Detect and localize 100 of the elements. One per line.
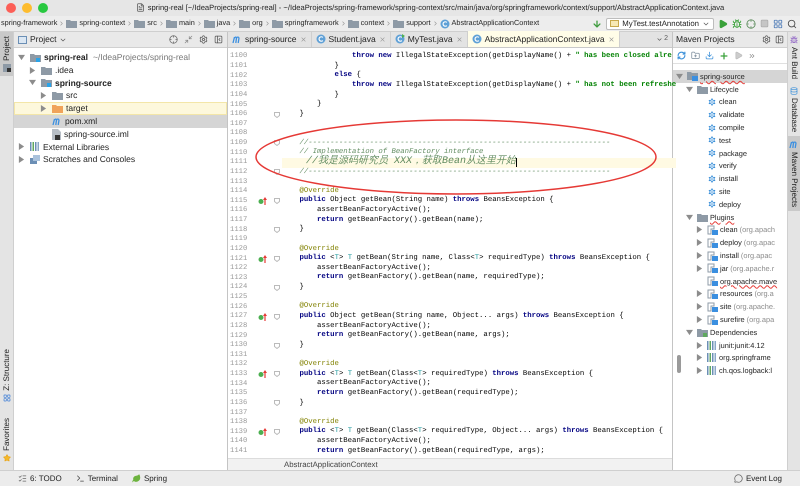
tree-toggle-icon[interactable] (696, 342, 703, 349)
tree-toggle-icon[interactable] (696, 252, 703, 260)
implements-method-icon[interactable] (258, 254, 266, 263)
tool-window-tab[interactable]: Maven Projects (788, 136, 800, 212)
build-icon[interactable] (592, 18, 602, 28)
tree-toggle-icon[interactable] (696, 316, 703, 324)
editor-tab[interactable]: spring-source (228, 31, 312, 47)
fold-marker-icon[interactable] (274, 112, 280, 118)
implements-method-icon[interactable] (258, 428, 266, 436)
plugin-icon (707, 224, 718, 235)
fold-marker-icon[interactable] (274, 198, 280, 204)
close-window-button[interactable] (6, 3, 16, 13)
tree-toggle-icon[interactable] (686, 86, 693, 93)
tree-item[interactable]: src (14, 89, 227, 102)
tree-item[interactable]: External Libraries (14, 140, 227, 154)
refresh-icon[interactable] (677, 51, 686, 60)
tree-toggle-icon[interactable] (29, 66, 36, 74)
close-tab-icon[interactable] (300, 36, 306, 42)
implements-method-icon[interactable] (258, 197, 266, 206)
editor-tab[interactable]: MyTest.java (390, 31, 468, 47)
tool-window-tab[interactable]: Favorites (0, 414, 13, 466)
fold-marker-icon[interactable] (274, 429, 280, 436)
coverage-icon[interactable] (746, 18, 756, 28)
plugin-icon (707, 314, 718, 325)
tool-window-tab[interactable]: Z: Structure (0, 345, 13, 406)
close-tab-icon[interactable] (378, 36, 386, 42)
plugin-icon (707, 263, 718, 274)
tree-toggle-icon[interactable] (686, 214, 693, 221)
tool-window-button[interactable]: Event Log (734, 472, 782, 484)
zoom-window-button[interactable] (38, 3, 48, 13)
tree-item[interactable]: spring-source (14, 76, 227, 90)
locate-icon[interactable] (169, 35, 178, 44)
tree-item[interactable]: .idea (14, 64, 227, 77)
tool-window-tab[interactable]: Project (0, 32, 13, 76)
fold-marker-icon[interactable] (274, 227, 280, 234)
tree-toggle-icon[interactable] (29, 79, 36, 86)
fold-marker-icon[interactable] (274, 284, 280, 291)
folder-add-icon[interactable] (691, 51, 700, 60)
tree-toggle-icon[interactable] (696, 290, 703, 298)
tree-toggle-icon[interactable] (18, 156, 25, 164)
hide-panel-icon[interactable] (775, 35, 784, 44)
tree-toggle-icon[interactable] (696, 239, 703, 246)
close-tab-icon[interactable] (456, 36, 463, 42)
tool-window-button[interactable]: Terminal (76, 472, 118, 484)
add-icon[interactable] (719, 50, 729, 60)
tool-window-tab[interactable]: Database (788, 83, 800, 136)
tool-window-button[interactable]: 6: TODO (18, 472, 62, 484)
fold-marker-icon[interactable] (274, 169, 280, 176)
tree-item[interactable]: spring-source.iml (14, 128, 227, 141)
implements-method-icon[interactable] (258, 312, 266, 321)
settings-icon[interactable] (199, 35, 208, 44)
gear-icon (707, 148, 717, 158)
fold-marker-icon[interactable] (274, 314, 280, 320)
tree-toggle-icon[interactable] (18, 143, 25, 150)
download-icon[interactable] (705, 51, 714, 60)
tree-item[interactable]: pom.xml (14, 114, 227, 128)
debug-icon[interactable] (732, 18, 742, 28)
editor-tab[interactable]: AbstractApplicationContext.java (468, 31, 620, 47)
tree-toggle-icon[interactable] (696, 354, 703, 362)
tool-window-button[interactable]: Spring (132, 472, 168, 484)
tree-toggle-icon[interactable] (18, 54, 25, 61)
dropdown-caret-icon (656, 36, 664, 42)
tree-toggle-icon[interactable] (676, 72, 683, 80)
hide-panel-icon[interactable] (214, 35, 223, 44)
close-tab-icon[interactable] (608, 36, 615, 42)
folder-icon (239, 19, 250, 28)
tree-item[interactable]: Scratches and Consoles (14, 153, 227, 166)
stop-icon[interactable] (760, 19, 769, 28)
tree-item[interactable]: target (14, 102, 227, 115)
library-icon (707, 366, 717, 376)
tree-toggle-icon[interactable] (686, 328, 693, 336)
scrollbar-thumb[interactable] (677, 355, 682, 373)
tree-toggle-icon[interactable] (696, 303, 703, 310)
todo-icon (18, 474, 27, 483)
more-icon[interactable] (748, 52, 756, 60)
project-view-dropdown[interactable]: Project (18, 33, 68, 46)
fold-marker-icon[interactable] (274, 400, 280, 406)
class-icon (440, 18, 450, 28)
fold-marker-icon[interactable] (274, 256, 280, 262)
tree-toggle-icon[interactable] (40, 105, 47, 112)
maven-project-icon (687, 71, 698, 82)
tree-toggle-icon[interactable] (696, 367, 703, 374)
tree-toggle-icon[interactable] (696, 264, 703, 272)
run-icon[interactable] (734, 51, 743, 60)
tree-item[interactable]: spring-real ~/IdeaProjects/spring-real (14, 51, 227, 64)
tool-window-tab[interactable]: Ant Build (788, 32, 800, 84)
settings-icon[interactable] (762, 35, 771, 44)
fold-marker-icon[interactable] (274, 140, 280, 146)
project-structure-icon[interactable] (773, 18, 783, 28)
tree-toggle-icon[interactable] (40, 92, 47, 100)
implements-method-icon[interactable] (258, 370, 266, 378)
editor-tab[interactable]: Student.java (312, 31, 391, 47)
collapse-icon[interactable] (184, 35, 193, 44)
fold-marker-icon[interactable] (274, 342, 280, 349)
fold-marker-icon[interactable] (274, 371, 280, 378)
plugin-icon (707, 276, 718, 286)
search-icon[interactable] (787, 18, 797, 28)
tree-toggle-icon[interactable] (696, 226, 703, 234)
class-icon (316, 34, 326, 44)
run-icon[interactable] (718, 18, 728, 28)
